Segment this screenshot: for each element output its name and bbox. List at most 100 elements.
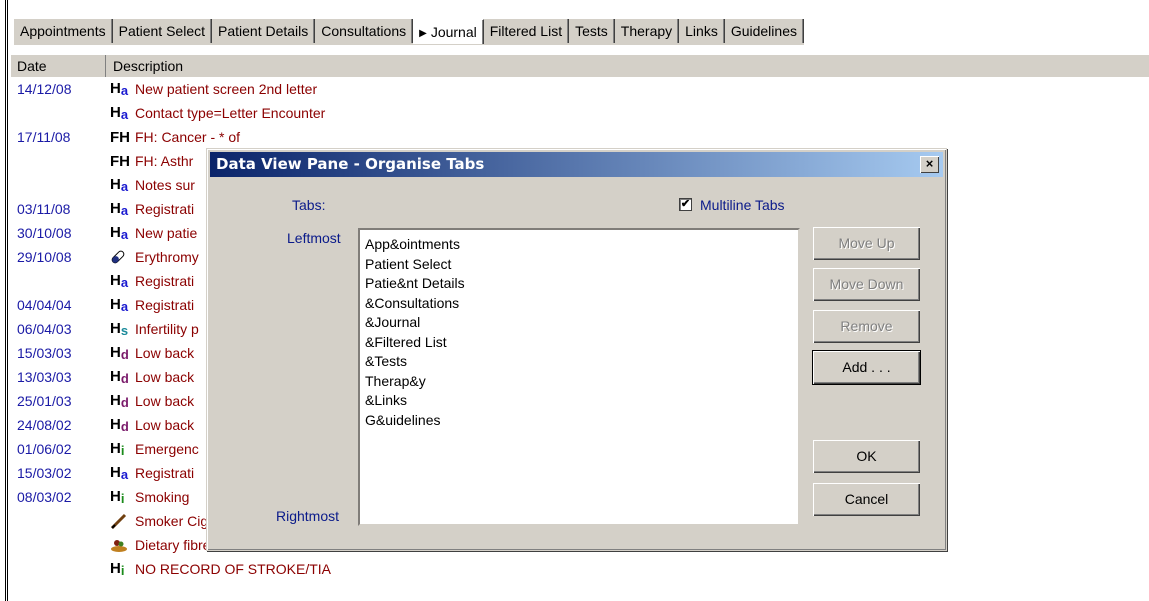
journal-icon-cell: Hi [110,557,132,581]
journal-description: New patie [135,225,198,241]
journal-date: 14/12/08 [17,81,72,97]
journal-icon-cell: Ha [110,461,132,485]
tab-label: Appointments [20,23,106,39]
journal-description: Low back [135,369,195,385]
history-d-icon: Hd [110,392,129,410]
ok-button[interactable]: OK [813,440,920,473]
journal-description: New patient screen 2nd letter [135,81,318,97]
journal-date: 13/03/03 [17,369,72,385]
history-a-icon: Ha [110,464,129,482]
tab-patient-details[interactable]: Patient Details [212,19,316,43]
journal-icon-cell: Hi [110,485,132,509]
family-history-icon: FH [110,153,130,170]
column-header-description[interactable]: Description [107,55,183,77]
family-history-icon: FH [110,129,130,146]
journal-row[interactable]: Ha Contact type=Letter Encounter [11,101,1149,125]
tab-therapy[interactable]: Therapy [615,19,680,43]
tab-consultations[interactable]: Consultations [315,19,414,43]
tab-label: Consultations [321,23,407,39]
tab-order-item[interactable]: &Links [365,391,798,411]
journal-icon-cell [110,509,132,533]
medication-icon [110,250,126,268]
journal-description: Registrati [135,273,195,289]
tab-links[interactable]: Links [679,19,725,43]
journal-date: 04/04/04 [17,297,72,313]
organise-tabs-dialog: Data View Pane - Organise Tabs × Tabs: ✔… [206,148,947,551]
journal-date: 03/11/08 [17,201,71,217]
move-down-button[interactable]: Move Down [813,268,920,301]
history-a-icon: Ha [110,296,129,314]
tab-order-item[interactable]: &Filtered List [365,333,798,353]
history-a-icon: Ha [110,200,129,218]
tab-order-item[interactable]: &Journal [365,313,798,333]
tab-order-item[interactable]: Patient Select [365,255,798,275]
remove-button[interactable]: Remove [813,310,920,343]
add-button[interactable]: Add . . . [812,350,921,385]
journal-icon-cell: FH [110,125,132,149]
move-up-button[interactable]: Move Up [813,227,920,260]
tab-order-item[interactable]: App&ointments [365,235,798,255]
journal-icon-cell: Ha [110,293,132,317]
tab-label: Tests [575,23,608,39]
column-header-date[interactable]: Date [11,55,106,77]
tab-filtered-list[interactable]: Filtered List [484,19,570,43]
window-left-border [0,0,8,601]
tab-tests[interactable]: Tests [569,19,615,43]
journal-date: 15/03/03 [17,345,72,361]
multiline-tabs-checkbox[interactable]: ✔ [679,198,692,211]
journal-row[interactable]: 14/12/08 Ha New patient screen 2nd letter [11,77,1149,101]
journal-date: 29/10/08 [17,249,72,265]
journal-date: 15/03/02 [17,465,72,481]
journal-icon-cell: Hd [110,365,132,389]
dialog-titlebar[interactable]: Data View Pane - Organise Tabs × [210,152,943,177]
journal-description: Registrati [135,297,195,313]
rightmost-label: Rightmost [276,508,340,524]
journal-description: NO RECORD OF STROKE/TIA [135,561,332,577]
tab-order-item[interactable]: &Tests [365,352,798,372]
food-icon [110,540,128,557]
close-icon[interactable]: × [920,156,939,173]
tab-appointments[interactable]: Appointments [14,19,113,43]
tab-order-item[interactable]: G&uidelines [365,411,798,431]
history-d-icon: Hd [110,416,129,434]
pen-icon [110,513,128,533]
journal-date: 06/04/03 [17,321,72,337]
journal-icon-cell: Hi [110,437,132,461]
journal-description: Smoking [135,489,190,505]
history-i-icon: Hi [110,560,125,578]
tab-label: Therapy [620,23,673,39]
journal-date: 25/01/03 [17,393,72,409]
journal-date: 17/11/08 [17,129,71,145]
journal-description: Registrati [135,201,195,217]
tab-label: Patient Select [118,23,205,39]
tab-order-item[interactable]: Therap&y [365,372,798,392]
journal-icon-cell: Ha [110,197,132,221]
history-d-icon: Hd [110,344,129,362]
tab-order-item[interactable]: Patie&nt Details [365,274,798,294]
tab-label: Guidelines [730,23,797,39]
leftmost-label: Leftmost [287,230,341,246]
journal-header: Date Description [11,54,1149,78]
cancel-button[interactable]: Cancel [813,483,920,516]
dialog-title: Data View Pane - Organise Tabs [216,155,485,173]
history-s-icon: Hs [110,320,129,338]
journal-description: Emergenc [135,441,199,457]
tab-journal[interactable]: ▶ Journal [413,19,484,44]
journal-row[interactable]: Hi NO RECORD OF STROKE/TIA [11,557,1149,581]
tab-patient-select[interactable]: Patient Select [113,19,212,43]
journal-icon-cell: Ha [110,173,132,197]
journal-description: Low back [135,417,195,433]
journal-date: 08/03/02 [17,489,72,505]
tab-order-item[interactable]: &Consultations [365,294,798,314]
journal-row[interactable]: 17/11/08 FH FH: Cancer - * of [11,125,1149,149]
journal-description: Low back [135,345,195,361]
tabs-label: Tabs: [292,197,326,213]
tab-order-listbox[interactable]: App&ointments Patient Select Patie&nt Deta… [358,228,800,526]
journal-icon-cell [110,533,132,557]
multiline-tabs-label[interactable]: Multiline Tabs [700,197,785,213]
journal-date: 30/10/08 [17,225,72,241]
history-a-icon: Ha [110,176,129,194]
journal-date: 01/06/02 [17,441,72,457]
tab-guidelines[interactable]: Guidelines [725,19,804,43]
journal-icon-cell [110,245,132,269]
